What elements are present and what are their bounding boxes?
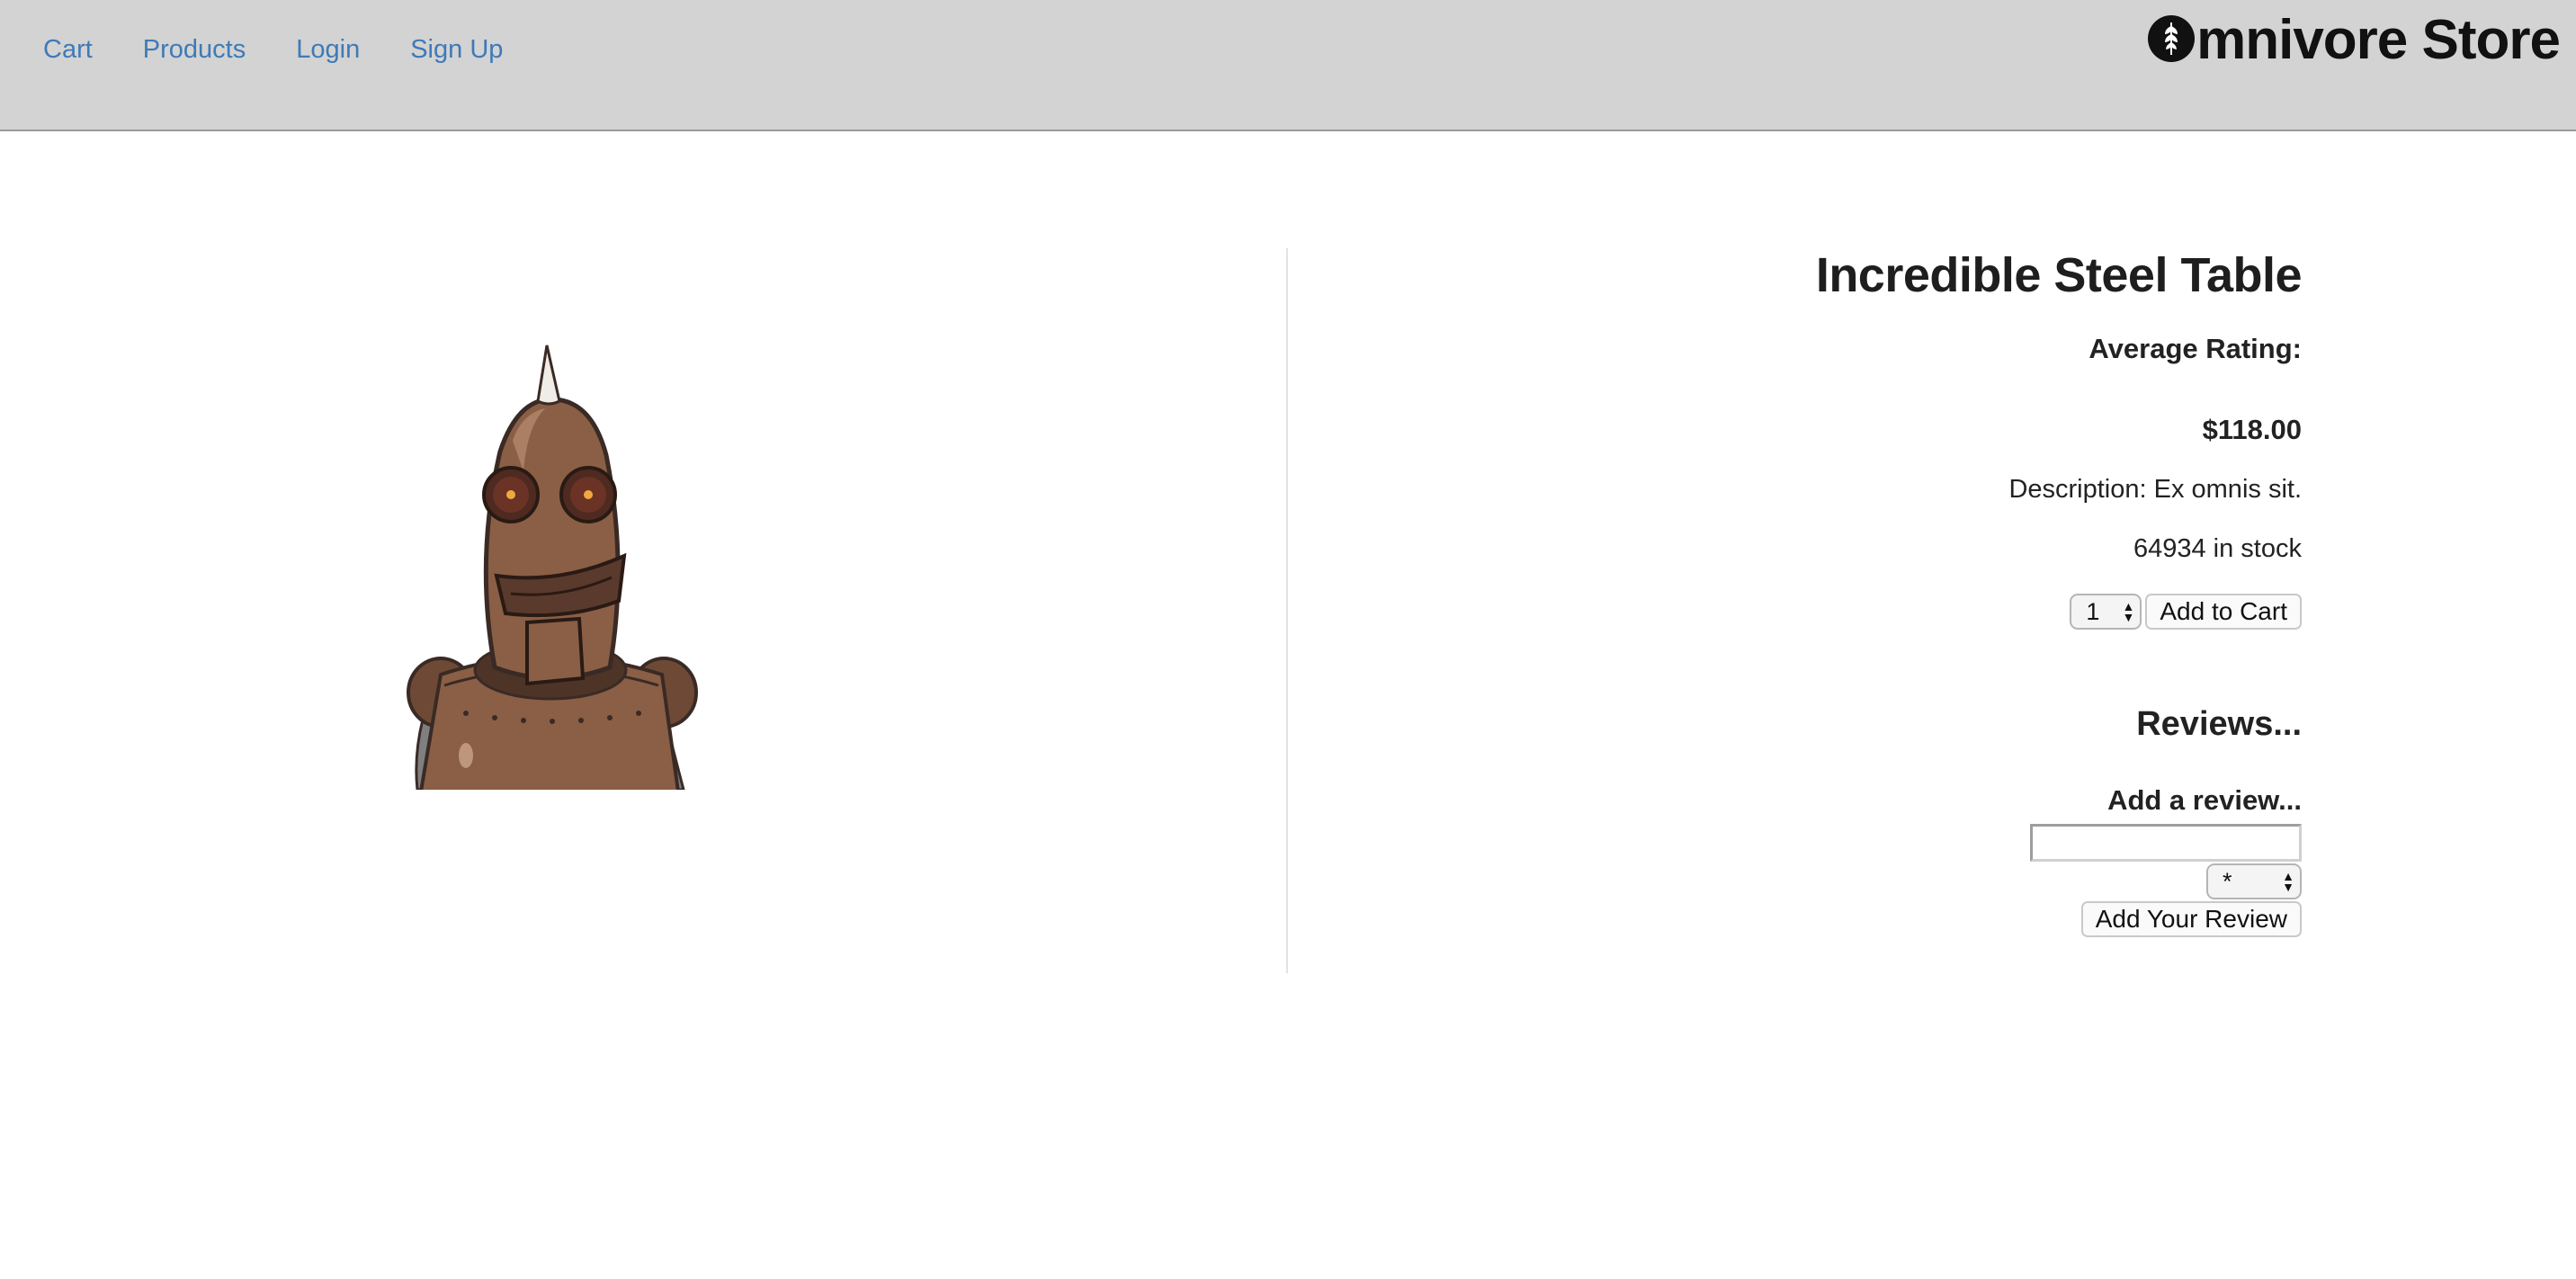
- add-to-cart-button[interactable]: Add to Cart: [2145, 594, 2302, 630]
- review-rating-select[interactable]: * ▲ ▼: [2206, 863, 2302, 899]
- product-image: [396, 333, 720, 790]
- quantity-select[interactable]: 1 ▲ ▼: [2070, 594, 2142, 630]
- select-arrows-icon: ▲ ▼: [2122, 599, 2135, 624]
- add-review-button[interactable]: Add Your Review: [2080, 901, 2302, 937]
- product-price: $118.00: [2202, 414, 2302, 445]
- wheat-leaf-icon: [2148, 15, 2196, 62]
- robot-illustration: [407, 344, 698, 790]
- nav-link-sign-up[interactable]: Sign Up: [410, 32, 503, 67]
- review-text-input[interactable]: [2030, 824, 2302, 862]
- brand-logo-link[interactable]: mnivore Store: [2148, 9, 2561, 72]
- brand-name: mnivore Store: [2196, 9, 2561, 71]
- review-submit-row: Add Your Review: [1402, 901, 2302, 937]
- quantity-value: 1: [2086, 597, 2100, 625]
- product-title: Incredible Steel Table: [1815, 248, 2303, 302]
- main-nav: Cart Products Login Sign Up: [43, 32, 553, 67]
- add-review-heading: Add a review...: [2107, 784, 2302, 816]
- nav-link-cart[interactable]: Cart: [43, 32, 93, 67]
- product-details: Incredible Steel Table Average Rating: $…: [1402, 243, 2303, 937]
- select-arrows-icon: ▲ ▼: [2282, 869, 2294, 894]
- column-divider: [1286, 248, 1288, 973]
- review-rating-row: * ▲ ▼: [1402, 863, 2302, 899]
- top-navbar: Cart Products Login Sign Up mnivore Stor…: [0, 0, 2576, 131]
- reviews-heading: Reviews...: [2136, 705, 2302, 743]
- product-description: Description: Ex omnis sit.: [2008, 475, 2302, 504]
- review-rating-value: *: [2223, 867, 2232, 895]
- nav-link-login[interactable]: Login: [296, 32, 360, 67]
- nav-link-products[interactable]: Products: [143, 32, 246, 67]
- add-to-cart-form: 1 ▲ ▼ Add to Cart: [1402, 594, 2302, 630]
- stock-count: 64934 in stock: [2133, 534, 2302, 563]
- average-rating-label: Average Rating:: [2089, 333, 2302, 364]
